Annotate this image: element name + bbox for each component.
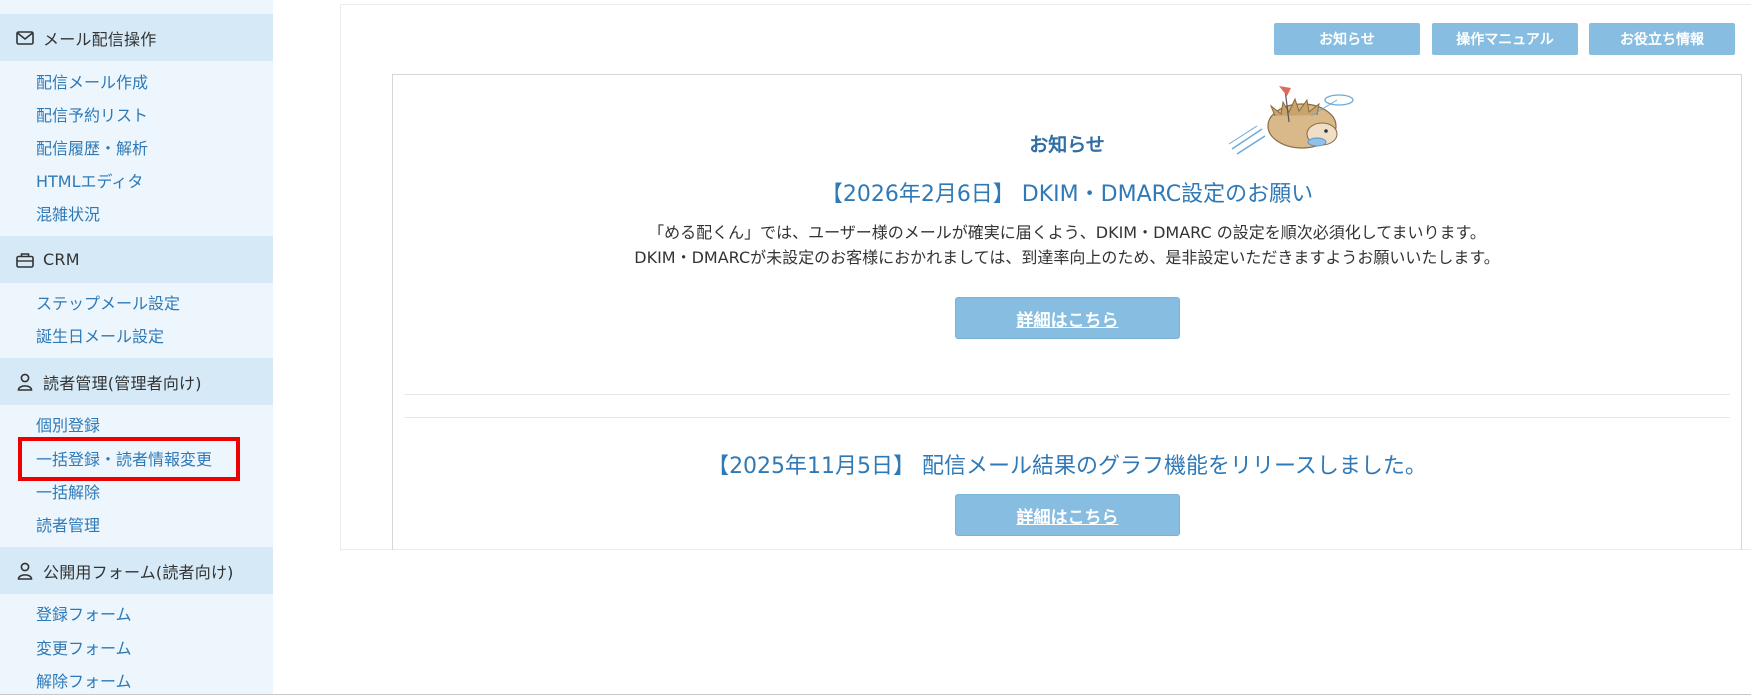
sidebar-item-create-mail[interactable]: 配信メール作成	[36, 73, 148, 93]
sidebar-item-reader-management[interactable]: 読者管理	[36, 516, 100, 536]
news-heading-1: 【2026年2月6日】 DKIM・DMARC設定のお願い	[820, 182, 1314, 207]
sidebar-item-register-form[interactable]: 登録フォーム	[36, 605, 132, 625]
sidebar-item-bulk-unsubscribe[interactable]: 一括解除	[36, 483, 100, 503]
briefcase-icon	[15, 250, 35, 270]
highlight-box	[18, 437, 240, 481]
sidebar-item-change-form[interactable]: 変更フォーム	[36, 639, 132, 659]
notice-button[interactable]: お知らせ	[1274, 23, 1420, 55]
divider	[404, 394, 1730, 395]
detail-button-2[interactable]: 詳細はこちら	[955, 494, 1180, 536]
detail-button-1[interactable]: 詳細はこちら	[955, 297, 1180, 339]
envelope-icon	[15, 28, 35, 48]
sidebar-section-label: CRM	[43, 250, 80, 269]
divider	[404, 417, 1730, 418]
news-body-line1: 「める配くん」では、ユーザー様のメールが確実に届くよう、DKIM・DMARC の…	[648, 223, 1486, 242]
person-icon	[15, 372, 35, 392]
sidebar-section-label: 公開用フォーム(読者向け)	[43, 562, 234, 582]
sidebar-item-birthday-mail[interactable]: 誕生日メール設定	[36, 327, 164, 347]
notice-title: お知らせ	[1029, 134, 1105, 156]
sidebar-section-mail[interactable]: メール配信操作	[0, 14, 273, 61]
news-heading-2: 【2025年11月5日】 配信メール結果のグラフ機能をリリースしました。	[707, 454, 1427, 479]
tips-button[interactable]: お役立ち情報	[1589, 23, 1735, 55]
sidebar-item-unsubscribe-form[interactable]: 解除フォーム	[36, 672, 132, 692]
sidebar-item-html-editor[interactable]: HTMLエディタ	[36, 172, 143, 192]
sidebar-item-individual-register[interactable]: 個別登録	[36, 416, 100, 436]
sidebar-item-step-mail[interactable]: ステップメール設定	[36, 294, 180, 314]
sidebar-item-history-analysis[interactable]: 配信履歴・解析	[36, 139, 148, 159]
sidebar-section-crm[interactable]: CRM	[0, 236, 273, 283]
window-bottom-border	[0, 694, 1751, 695]
manual-button[interactable]: 操作マニュアル	[1432, 23, 1578, 55]
person-icon	[15, 561, 35, 581]
hedgehog-mascot-icon	[1228, 86, 1354, 155]
sidebar-section-public-forms[interactable]: 公開用フォーム(読者向け)	[0, 547, 273, 594]
sidebar: メール配信操作 配信メール作成 配信予約リスト 配信履歴・解析 HTMLエディタ…	[0, 0, 273, 694]
sidebar-item-reservation-list[interactable]: 配信予約リスト	[36, 106, 148, 126]
sidebar-section-label: メール配信操作	[43, 29, 157, 49]
sidebar-section-label: 読者管理(管理者向け)	[43, 373, 202, 393]
sidebar-section-reader-admin[interactable]: 読者管理(管理者向け)	[0, 358, 273, 405]
news-body-line2: DKIM・DMARCが未設定のお客様におかれましては、到達率向上のため、是非設定…	[634, 248, 1500, 267]
sidebar-item-congestion[interactable]: 混雑状況	[36, 205, 100, 225]
